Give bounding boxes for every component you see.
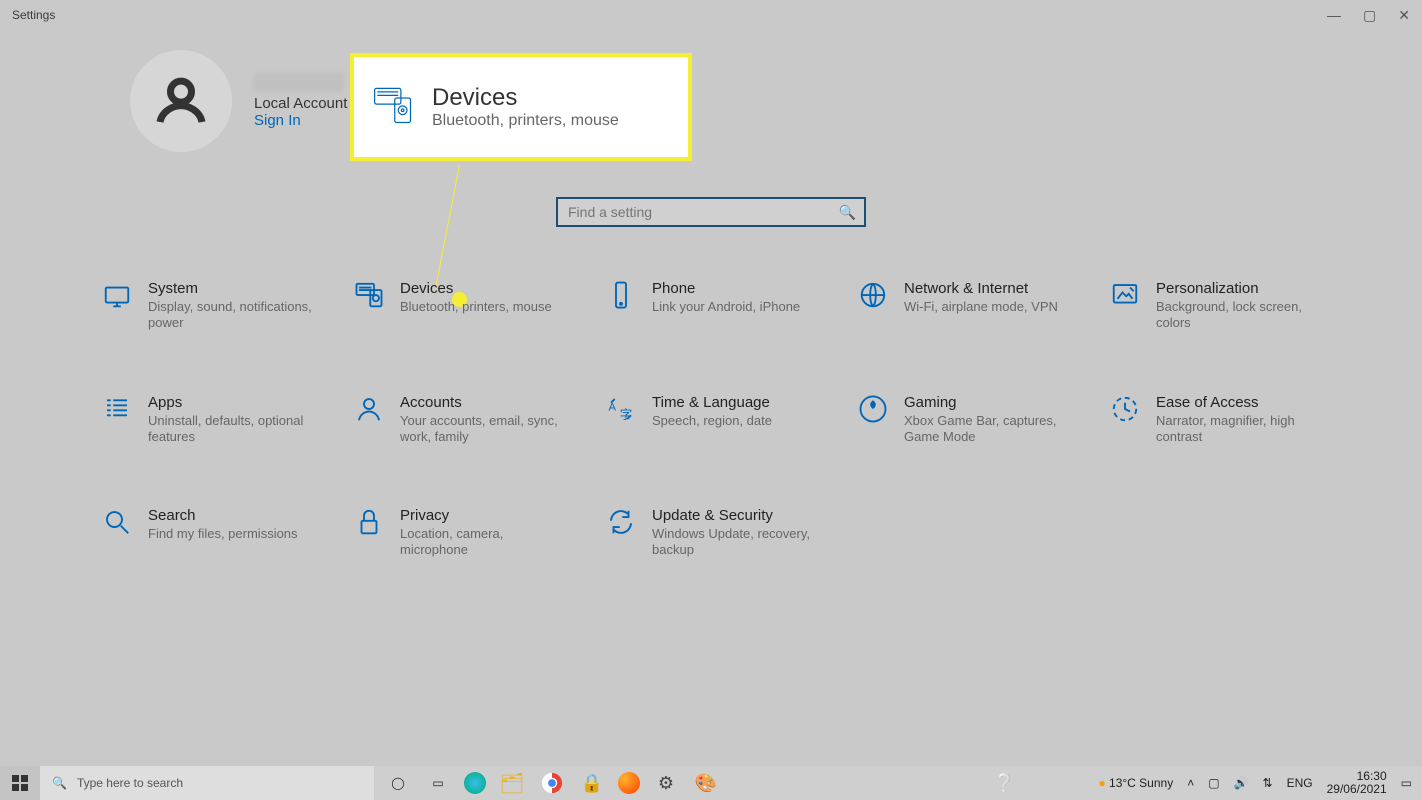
volume-icon[interactable]: 🔊 bbox=[1234, 776, 1249, 790]
start-button[interactable] bbox=[0, 766, 40, 800]
search-input[interactable] bbox=[556, 197, 866, 227]
tile-system[interactable]: System Display, sound, notifications, pow… bbox=[100, 280, 352, 332]
window-title: Settings bbox=[12, 8, 55, 22]
update-icon bbox=[604, 507, 638, 541]
personalization-icon bbox=[1108, 280, 1142, 314]
close-button[interactable]: ✕ bbox=[1398, 7, 1410, 24]
help-icon[interactable]: ❔ bbox=[990, 769, 1018, 797]
task-view-icon[interactable]: ▭ bbox=[424, 769, 452, 797]
tile-title: Apps bbox=[148, 394, 318, 411]
svg-text:字: 字 bbox=[620, 407, 633, 422]
explorer-icon[interactable]: 🗂 bbox=[498, 769, 526, 797]
privacy-icon bbox=[352, 507, 386, 541]
firefox-icon[interactable] bbox=[618, 772, 640, 794]
clock[interactable]: 16:30 29/06/2021 bbox=[1327, 770, 1387, 796]
tile-apps[interactable]: Apps Uninstall, defaults, optional featur… bbox=[100, 394, 352, 446]
taskbar-search[interactable]: 🔍 Type here to search bbox=[40, 766, 374, 800]
taskbar-search-placeholder: Type here to search bbox=[77, 776, 183, 790]
tile-personalization[interactable]: Personalization Background, lock screen, … bbox=[1108, 280, 1360, 332]
network-icon bbox=[856, 280, 890, 314]
ease-icon bbox=[1108, 394, 1142, 428]
weather-widget[interactable]: ● 13°C Sunny bbox=[1098, 776, 1173, 790]
gaming-icon bbox=[856, 394, 890, 428]
tile-title: Privacy bbox=[400, 507, 570, 524]
accounts-icon bbox=[352, 394, 386, 428]
tile-desc: Speech, region, date bbox=[652, 413, 772, 429]
tile-title: Update & Security bbox=[652, 507, 822, 524]
tile-desc: Background, lock screen, colors bbox=[1156, 299, 1326, 332]
tile-searchcat[interactable]: Search Find my files, permissions bbox=[100, 507, 352, 559]
tile-gaming[interactable]: Gaming Xbox Game Bar, captures, Game Mode bbox=[856, 394, 1108, 446]
tile-title: Ease of Access bbox=[1156, 394, 1326, 411]
search-box[interactable]: 🔍 bbox=[556, 197, 866, 227]
taskbar: 🔍 Type here to search ◯ ▭ 🗂 🔒 ⚙ 🎨 ❔ ● 13… bbox=[0, 766, 1422, 800]
maximize-button[interactable]: ▢ bbox=[1363, 7, 1376, 24]
chrome-icon[interactable] bbox=[538, 769, 566, 797]
windows-icon bbox=[12, 775, 28, 791]
tile-title: Time & Language bbox=[652, 394, 772, 411]
tile-devices[interactable]: Devices Bluetooth, printers, mouse bbox=[352, 280, 604, 332]
apps-icon bbox=[100, 394, 134, 428]
tile-title: Search bbox=[148, 507, 298, 524]
svg-text:A: A bbox=[609, 401, 617, 413]
tile-desc: Windows Update, recovery, backup bbox=[652, 526, 822, 559]
tile-title: Devices bbox=[400, 280, 552, 297]
tile-desc: Location, camera, microphone bbox=[400, 526, 570, 559]
tile-title: Gaming bbox=[904, 394, 1074, 411]
devices-icon bbox=[372, 84, 414, 131]
signin-link[interactable]: Sign In bbox=[254, 112, 347, 129]
settings-grid: System Display, sound, notifications, pow… bbox=[100, 280, 1342, 559]
tray-chevron-icon[interactable]: ˄ bbox=[1187, 776, 1194, 790]
callout-title: Devices bbox=[432, 84, 619, 112]
cortana-icon[interactable]: ◯ bbox=[384, 769, 412, 797]
tile-accounts[interactable]: Accounts Your accounts, email, sync, work… bbox=[352, 394, 604, 446]
titlebar: Settings — ▢ ✕ bbox=[0, 0, 1422, 30]
tile-title: Phone bbox=[652, 280, 800, 297]
tile-desc: Your accounts, email, sync, work, family bbox=[400, 413, 570, 446]
tile-network[interactable]: Network & Internet Wi-Fi, airplane mode, … bbox=[856, 280, 1108, 332]
action-center-icon[interactable]: ▭ bbox=[1401, 776, 1412, 790]
minimize-button[interactable]: — bbox=[1327, 7, 1341, 24]
tile-update[interactable]: Update & Security Windows Update, recover… bbox=[604, 507, 856, 559]
callout-desc: Bluetooth, printers, mouse bbox=[432, 112, 619, 130]
tile-desc: Uninstall, defaults, optional features bbox=[148, 413, 318, 446]
user-icon bbox=[153, 73, 209, 129]
lock-icon[interactable]: 🔒 bbox=[578, 769, 606, 797]
tile-desc: Find my files, permissions bbox=[148, 526, 298, 542]
phone-icon bbox=[604, 280, 638, 314]
devices-callout: Devices Bluetooth, printers, mouse bbox=[350, 53, 692, 161]
search-icon: 🔍 bbox=[839, 204, 856, 221]
tile-title: Personalization bbox=[1156, 280, 1326, 297]
network-icon[interactable]: ⇅ bbox=[1263, 776, 1273, 790]
callout-leader-line bbox=[434, 165, 461, 294]
tile-desc: Display, sound, notifications, power bbox=[148, 299, 318, 332]
meet-now-icon[interactable]: ▢ bbox=[1208, 776, 1219, 790]
avatar bbox=[130, 50, 232, 152]
lang-indicator[interactable]: ENG bbox=[1287, 776, 1313, 790]
tile-time[interactable]: A字 Time & Language Speech, region, date bbox=[604, 394, 856, 446]
searchcat-icon bbox=[100, 507, 134, 541]
user-area: Local Account Sign In bbox=[130, 50, 347, 152]
edge-icon[interactable] bbox=[464, 772, 486, 794]
tile-desc: Link your Android, iPhone bbox=[652, 299, 800, 315]
tile-title: System bbox=[148, 280, 318, 297]
tile-desc: Narrator, magnifier, high contrast bbox=[1156, 413, 1326, 446]
user-name-redacted bbox=[254, 73, 344, 91]
system-icon bbox=[100, 280, 134, 314]
settings-gear-icon[interactable]: ⚙ bbox=[652, 769, 680, 797]
tile-title: Network & Internet bbox=[904, 280, 1058, 297]
tile-title: Accounts bbox=[400, 394, 570, 411]
tile-phone[interactable]: Phone Link your Android, iPhone bbox=[604, 280, 856, 332]
tile-desc: Wi-Fi, airplane mode, VPN bbox=[904, 299, 1058, 315]
time-icon: A字 bbox=[604, 394, 638, 428]
tile-privacy[interactable]: Privacy Location, camera, microphone bbox=[352, 507, 604, 559]
tile-ease[interactable]: Ease of Access Narrator, magnifier, high … bbox=[1108, 394, 1360, 446]
account-type: Local Account bbox=[254, 95, 347, 112]
paint-icon[interactable]: 🎨 bbox=[692, 769, 720, 797]
search-icon: 🔍 bbox=[52, 776, 67, 790]
tile-desc: Bluetooth, printers, mouse bbox=[400, 299, 552, 315]
devices-icon bbox=[352, 280, 386, 314]
tile-desc: Xbox Game Bar, captures, Game Mode bbox=[904, 413, 1074, 446]
